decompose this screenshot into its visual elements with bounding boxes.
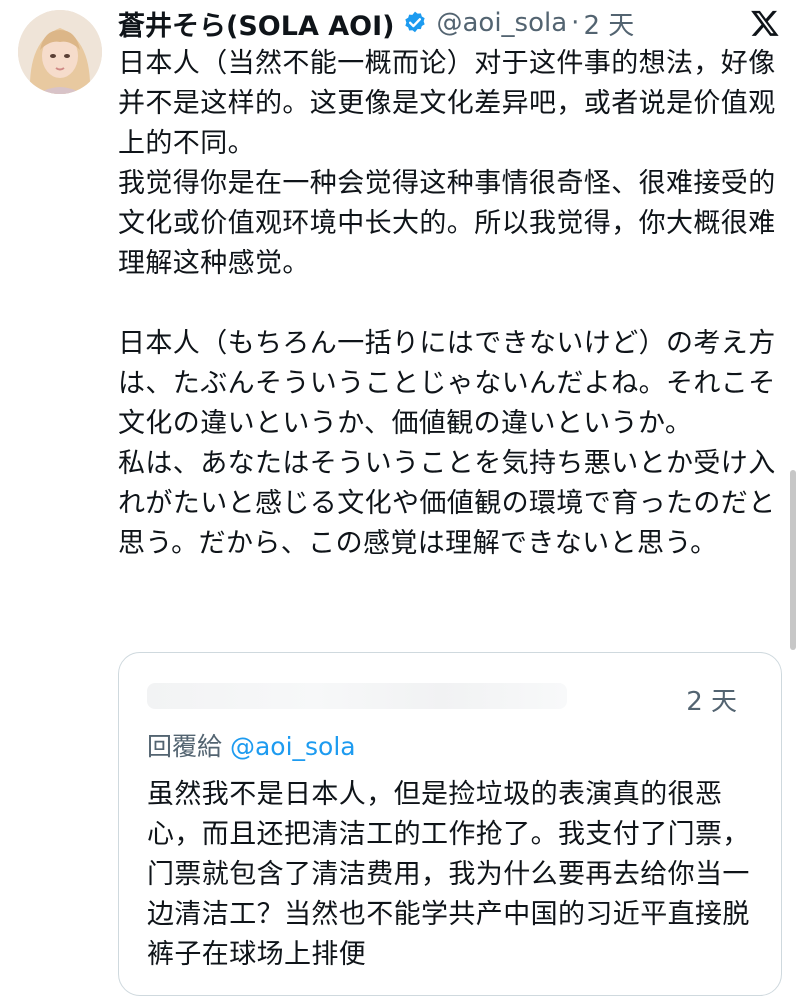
- reply-context: 回覆給 @aoi_sola: [147, 727, 356, 763]
- author-handle[interactable]: @aoi_sola: [436, 8, 567, 38]
- verified-badge-icon: [405, 11, 426, 33]
- tweet-header: 蒼井そら(SOLA AOI) @aoi_sola · 2 天: [118, 2, 634, 44]
- scrollbar[interactable]: [790, 470, 796, 650]
- tweet-text: 日本人（当然不能一概而论）对于这件事的想法，好像并不是这样的。这更像是文化差异吧…: [118, 44, 778, 564]
- tweet-paragraph: 私は、あなたはそういうことを気持ち悪いとか受け入れがたいと感じる文化や価値観の環…: [118, 448, 776, 559]
- tweet-paragraph: 日本人（もちろん一括りにはできないけど）の考え方は、たぶんそういうことじゃないん…: [118, 328, 776, 439]
- tweet-paragraph: 我觉得你是在一种会觉得这种事情很奇怪、很难接受的文化或价值观环境中长大的。所以我…: [118, 168, 776, 279]
- avatar-photo: [18, 10, 102, 94]
- quoted-author-redacted: [147, 683, 567, 709]
- quoted-tweet[interactable]: 2 天 回覆給 @aoi_sola 虽然我不是日本人，但是捡垃圾的表演真的很恶心…: [118, 652, 782, 996]
- reply-mention-link[interactable]: @aoi_sola: [230, 732, 356, 761]
- tweet-time[interactable]: 2 天: [583, 5, 634, 42]
- tweet-paragraph: 日本人（当然不能一概而论）对于这件事的想法，好像并不是这样的。这更像是文化差异吧…: [118, 48, 776, 159]
- quoted-tweet-text: 虽然我不是日本人，但是捡垃圾的表演真的很恶心，而且还把清洁工的工作抢了。我支付了…: [147, 779, 750, 970]
- avatar[interactable]: [18, 10, 102, 94]
- quoted-tweet-time[interactable]: 2 天: [686, 681, 737, 718]
- reply-prefix: 回覆給: [147, 732, 223, 761]
- header-separator: ·: [571, 8, 580, 38]
- author-display-name[interactable]: 蒼井そら(SOLA AOI): [118, 4, 394, 43]
- x-logo-icon[interactable]: [750, 8, 780, 38]
